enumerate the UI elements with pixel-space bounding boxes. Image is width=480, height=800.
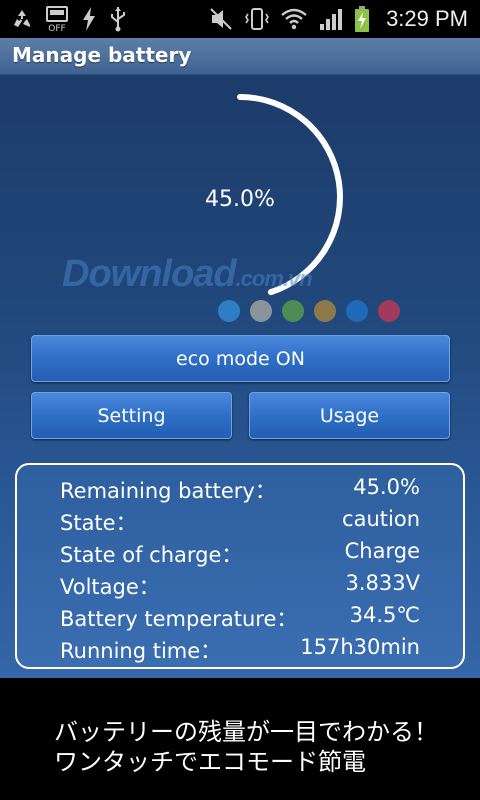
wifi-icon — [280, 7, 308, 31]
vibrate-icon — [244, 6, 270, 32]
info-label: Battery temperature： — [60, 607, 298, 631]
info-value: caution — [342, 507, 420, 531]
gauge-value: 45.0% — [205, 187, 275, 212]
info-label: State： — [60, 511, 137, 535]
setting-button[interactable]: Setting — [31, 392, 232, 439]
recycle-icon — [10, 7, 34, 31]
watermark-logo: Download.com.vn — [62, 253, 313, 295]
mode-dot-5[interactable] — [346, 300, 368, 322]
mode-dot-6[interactable] — [378, 300, 400, 322]
info-value: 45.0% — [353, 475, 420, 499]
banner-line-2: ワンタッチでエコモード節電 — [54, 748, 366, 776]
status-time: 3:29 PM — [386, 6, 468, 31]
app-bar: Manage battery — [0, 38, 480, 75]
info-row-remaining: Remaining battery： 45.0% — [60, 475, 420, 507]
lightning-icon — [80, 6, 98, 32]
status-bar: OFF 3:29 PM — [0, 0, 480, 38]
info-row-temperature: Battery temperature： 34.5℃ — [60, 603, 420, 635]
mode-dots — [218, 300, 400, 322]
svg-text:OFF: OFF — [48, 24, 65, 33]
main-content: 45.0% Download.com.vn eco mode ON Settin… — [0, 75, 480, 678]
usage-button[interactable]: Usage — [249, 392, 450, 439]
mode-dot-3[interactable] — [282, 300, 304, 322]
eco-mode-button[interactable]: eco mode ON — [31, 335, 450, 382]
info-label: State of charge： — [60, 543, 243, 567]
info-value: 34.5℃ — [349, 603, 420, 627]
app-title: Manage battery — [12, 43, 192, 67]
battery-charging-icon — [354, 5, 370, 33]
info-label: Running time： — [60, 639, 222, 663]
mute-icon — [208, 6, 234, 32]
sd-off-icon: OFF — [44, 5, 70, 33]
mode-dot-1[interactable] — [218, 300, 240, 322]
info-row-state: State： caution — [60, 507, 420, 539]
battery-info-panel: Remaining battery： 45.0% State： caution … — [15, 463, 465, 669]
mode-dot-4[interactable] — [314, 300, 336, 322]
info-row-state-of-charge: State of charge： Charge — [60, 539, 420, 571]
info-value: 157h30min — [300, 635, 420, 659]
info-row-running-time: Running time： 157h30min — [60, 635, 420, 667]
info-label: Remaining battery： — [60, 479, 276, 503]
promo-banner: バッテリーの残量が一目でわかる！ ワンタッチでエコモード節電 — [0, 678, 480, 800]
mode-dot-2[interactable] — [250, 300, 272, 322]
usb-icon — [108, 6, 128, 32]
info-row-voltage: Voltage： 3.833V — [60, 571, 420, 603]
signal-icon — [318, 7, 344, 31]
info-value: Charge — [344, 539, 420, 563]
info-value: 3.833V — [345, 571, 420, 595]
info-label: Voltage： — [60, 575, 160, 599]
